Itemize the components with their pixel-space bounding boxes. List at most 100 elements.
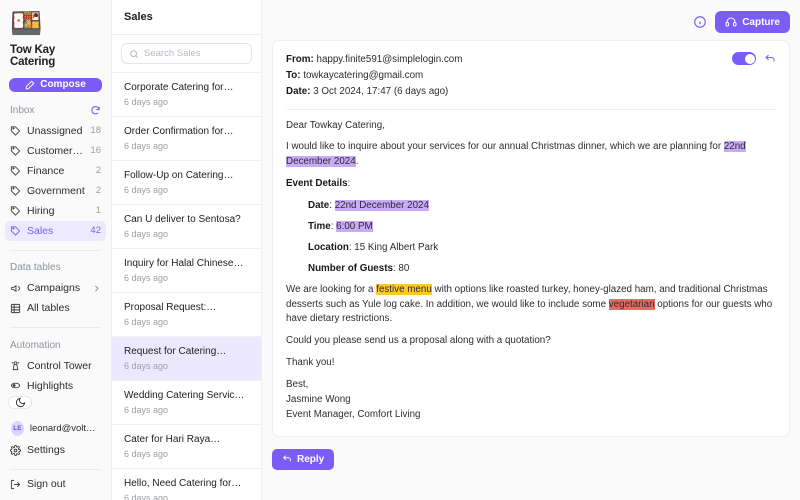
list-item-time: 6 days ago (124, 361, 169, 371)
reply-button[interactable]: Reply (272, 448, 335, 470)
list-item-time: 6 days ago (124, 317, 169, 327)
user-email: leonard@voltade… (29, 423, 100, 435)
event-details-colon: : (347, 178, 351, 190)
sidebar-item-label: Government (27, 184, 85, 197)
date-label: Date: (286, 85, 311, 97)
sidebar-item-settings[interactable]: Settings (5, 440, 106, 460)
read-toggle[interactable] (732, 52, 756, 65)
highlight-event-date: 22nd December 2024 (334, 200, 429, 212)
search-icon (130, 49, 139, 58)
detail-guests-label: Number of Guests (308, 262, 393, 274)
detail-time-row: Time: 6:00 PM (308, 221, 373, 233)
detail-toolbar: Capture (272, 8, 790, 36)
mail-list: Corporate Catering for… 6 days ago Order… (112, 73, 261, 500)
theme-toggle-button[interactable] (8, 395, 32, 410)
sidebar-item-label: All tables (27, 302, 70, 315)
sidebar-item-control-tower[interactable]: Control Tower (5, 356, 106, 376)
user-account-row[interactable]: LE leonard@voltade… (3, 417, 108, 440)
tag-icon (10, 166, 20, 177)
sidebar-item-count: 2 (95, 165, 101, 177)
from-label: From: (286, 54, 314, 65)
toggle-knob (744, 53, 755, 64)
list-item[interactable]: Inquiry for Halal Chinese… 6 days ago (112, 249, 261, 293)
thanks-line: Thank you! (286, 357, 335, 369)
brand: 🍱 (0, 0, 111, 38)
pencil-icon (26, 80, 35, 90)
sidebar-item-count: 1 (95, 205, 101, 217)
sidebar-item-label: Sign out (27, 478, 66, 490)
list-item-time: 6 days ago (124, 405, 169, 415)
list-item[interactable]: Can U deliver to Sentosa? 6 days ago (112, 205, 261, 249)
detail-location-row: Location: 15 King Albert Park (308, 241, 439, 253)
sidebar-item-label: Finance (27, 164, 65, 177)
sidebar-item-unassigned[interactable]: Unassigned 18 (5, 121, 106, 141)
divider (286, 108, 776, 110)
greeting-line: Dear Towkay Catering, (286, 119, 385, 131)
list-item-time: 6 days ago (124, 97, 169, 107)
mail-list-panel: Sales Corporate Catering for… 6 days ago… (112, 0, 262, 500)
reply-label: Reply (297, 453, 325, 465)
list-panel-title: Sales (112, 0, 261, 35)
menu-pre: We are looking for a (286, 283, 377, 295)
reply-area: Reply (272, 437, 790, 470)
highlight-vegetarian: vegetarian (608, 298, 655, 310)
sidebar-item-label: Control Tower (27, 359, 92, 372)
list-item-time: 6 days ago (124, 141, 169, 151)
detail-date-row: Date: 22nd December 2024 (308, 200, 429, 212)
tag-icon (10, 146, 20, 157)
list-item[interactable]: Order Confirmation for… 6 days ago (112, 117, 261, 161)
email-meta: From: happy.finite591@simplelogin.com To… (286, 52, 776, 100)
list-item-subject: Wedding Catering Servic… (124, 390, 245, 401)
detail-time-label: Time (308, 221, 331, 233)
list-item[interactable]: Hello, Need Catering for… 6 days ago (112, 469, 261, 500)
sidebar-item-finance[interactable]: Finance 2 (5, 161, 106, 181)
list-item-subject: Inquiry for Halal Chinese… (124, 258, 244, 269)
search-box[interactable] (121, 43, 252, 64)
sidebar-item-sales[interactable]: Sales 42 (5, 220, 106, 241)
sidebar-item-campaigns[interactable]: Campaigns (5, 278, 106, 298)
sidebar-item-customer-service[interactable]: Customer Ser… 16 (5, 141, 106, 161)
list-item-selected[interactable]: Request for Catering… 6 days ago (112, 337, 261, 381)
email-card: From: happy.finite591@simplelogin.com To… (272, 40, 790, 437)
email-detail-panel: Capture From: happy.finite591@simplelogi… (262, 0, 800, 500)
inbox-nav-list: Unassigned 18 Customer Ser… 16 Finance 2… (0, 121, 111, 241)
list-item-time: 6 days ago (124, 273, 169, 283)
sidebar-item-government[interactable]: Government 2 (5, 181, 106, 201)
sidebar-item-highlights[interactable]: Highlights (5, 376, 106, 396)
sidebar-item-label: Highlights (27, 379, 74, 392)
event-details-label: Event Details (286, 178, 348, 190)
bento-box-icon: 🍱 (10, 8, 43, 38)
to-value: towkaycatering@gmail.com (303, 69, 424, 81)
capture-button[interactable]: Capture (715, 11, 790, 33)
list-item[interactable]: Corporate Catering for… 6 days ago (112, 73, 261, 117)
reply-arrow-icon (283, 455, 291, 462)
data-tables-label: Data tables (10, 262, 61, 274)
list-item-subject: Follow-Up on Catering… (124, 170, 234, 181)
sidebar-item-sign-out[interactable]: Sign out (5, 474, 106, 494)
sidebar-item-count: 16 (90, 145, 101, 157)
signature-name: Jasmine Wong (286, 394, 351, 406)
list-item[interactable]: Cater for Hari Raya… 6 days ago (112, 425, 261, 469)
info-icon[interactable] (693, 15, 707, 29)
list-item[interactable]: Follow-Up on Catering… 6 days ago (112, 161, 261, 205)
list-item-subject: Proposal Request:… (124, 302, 217, 313)
list-item-subject: Cater for Hari Raya… (124, 434, 221, 445)
sidebar-item-hiring[interactable]: Hiring 1 (5, 201, 106, 221)
search-input[interactable] (144, 48, 244, 59)
inbox-section-header: Inbox (0, 92, 111, 121)
list-item[interactable]: Proposal Request:… 6 days ago (112, 293, 261, 337)
signature-role: Event Manager, Comfort Living (286, 408, 421, 420)
highlight-event-time: 6:00 PM (336, 221, 373, 233)
highlight-festive-menu: festive menu (376, 283, 432, 295)
divider (10, 469, 101, 470)
email-date-row: Date: 3 Oct 2024, 17:47 (6 days ago) (286, 84, 776, 100)
list-item[interactable]: Wedding Catering Servic… 6 days ago (112, 381, 261, 425)
inbox-label: Inbox (10, 104, 35, 116)
compose-button[interactable]: Compose (9, 78, 102, 92)
refresh-icon[interactable] (90, 105, 101, 116)
reply-arrow-icon[interactable] (764, 53, 776, 65)
signature-best: Best, (286, 379, 309, 391)
sidebar-item-all-tables[interactable]: All tables (5, 298, 106, 318)
to-label: To: (286, 69, 301, 81)
sidebar-item-label: Campaigns (27, 282, 81, 295)
